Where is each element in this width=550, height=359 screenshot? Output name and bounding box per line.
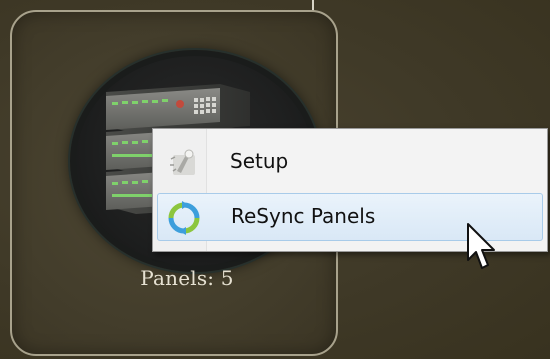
setup-wizard-icon bbox=[170, 149, 195, 175]
mouse-pointer-icon bbox=[467, 223, 495, 269]
resync-icon bbox=[168, 201, 200, 235]
menu-item-label: ReSync Panels bbox=[231, 204, 376, 228]
menu-item-label: Setup bbox=[230, 149, 289, 173]
panels-count-label: Panels: 5 bbox=[140, 266, 234, 290]
menu-item-setup[interactable]: Setup bbox=[157, 139, 543, 187]
